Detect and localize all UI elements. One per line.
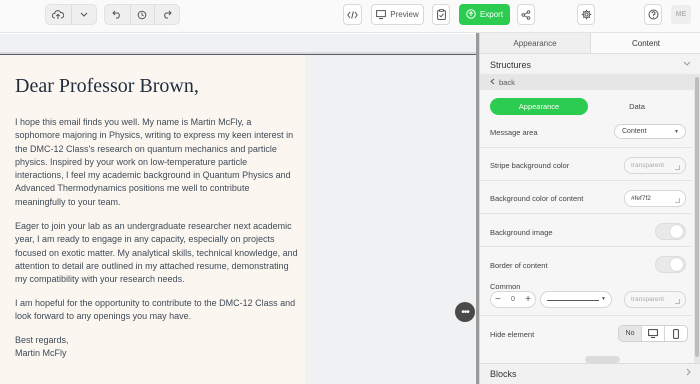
- solid-line-icon: [547, 300, 599, 301]
- avatar[interactable]: ME: [671, 5, 691, 24]
- plus-icon[interactable]: +: [525, 294, 531, 305]
- divider: [480, 180, 692, 181]
- export-label: Export: [479, 10, 504, 19]
- caret-down-icon: ▼: [674, 129, 679, 135]
- mobile-icon[interactable]: [664, 326, 687, 341]
- email-paragraph-1[interactable]: I hope this email finds you well. My nam…: [15, 116, 298, 209]
- code-view-button[interactable]: [343, 4, 362, 25]
- content-bg-label: Background color of content: [490, 194, 584, 203]
- bg-image-label: Background image: [490, 228, 553, 237]
- email-canvas: Dear Professor Brown, I hope this email …: [0, 34, 476, 384]
- common-label: Common: [490, 282, 521, 291]
- panel-scrollbar[interactable]: [694, 74, 700, 363]
- desktop-icon[interactable]: [641, 326, 664, 341]
- message-area-value: Content: [622, 128, 647, 135]
- preview-label: Preview: [390, 10, 419, 19]
- toggle-knob: [670, 225, 683, 238]
- blocks-header[interactable]: Blocks: [480, 363, 700, 384]
- cloud-upload-icon[interactable]: [46, 5, 71, 24]
- caret-down-icon: ▼: [601, 296, 606, 302]
- share-button[interactable]: [517, 4, 535, 25]
- scroll-fade: [585, 356, 620, 363]
- panel-tabs: Appearance Content: [480, 33, 700, 54]
- save-group: [45, 4, 97, 25]
- clipboard-check-icon: [436, 9, 446, 20]
- help-button[interactable]: [644, 4, 662, 25]
- appearance-data-toggle: Appearance Data: [490, 98, 686, 115]
- segment-appearance[interactable]: Appearance: [490, 98, 588, 115]
- scrollbar-thumb[interactable]: [695, 77, 699, 357]
- settings-panel: Appearance Content Structures back Appea…: [479, 33, 700, 384]
- border-label: Border of content: [490, 261, 548, 270]
- border-toggle[interactable]: [655, 256, 686, 273]
- structures-label: Structures: [490, 59, 532, 70]
- email-signoff[interactable]: Best regards,: [15, 334, 298, 347]
- more-options-button[interactable]: •••: [455, 302, 475, 322]
- code-icon: [347, 10, 358, 19]
- border-width-stepper[interactable]: − 0 +: [490, 291, 536, 308]
- checklist-button[interactable]: [432, 4, 450, 25]
- border-color-input[interactable]: transparent: [624, 291, 686, 308]
- hide-none-option[interactable]: No: [619, 326, 641, 341]
- history-group: [104, 4, 180, 25]
- ellipsis-icon: •••: [461, 306, 469, 318]
- help-icon: [648, 9, 659, 20]
- history-icon[interactable]: [129, 5, 155, 24]
- chevron-right-icon: [686, 368, 691, 378]
- email-signature[interactable]: Martin McFly: [15, 347, 298, 360]
- back-link[interactable]: back: [480, 74, 700, 90]
- resize-icon: [675, 198, 680, 203]
- toggle-knob: [670, 258, 683, 271]
- chevron-down-icon[interactable]: [70, 5, 96, 24]
- stripe-bg-label: Stripe background color: [490, 161, 570, 170]
- minus-icon[interactable]: −: [495, 294, 501, 305]
- settings-button[interactable]: [577, 4, 595, 25]
- back-label: back: [499, 77, 515, 87]
- border-color-placeholder: transparent: [631, 296, 664, 303]
- email-paragraph-2[interactable]: Eager to join your lab as an undergradua…: [15, 220, 298, 286]
- preview-button[interactable]: Preview: [371, 4, 424, 25]
- gear-icon: [581, 9, 592, 20]
- message-area-select[interactable]: Content ▼: [614, 124, 686, 139]
- tab-appearance[interactable]: Appearance: [480, 33, 590, 53]
- email-content-area[interactable]: Dear Professor Brown, I hope this email …: [0, 55, 305, 384]
- email-greeting[interactable]: Dear Professor Brown,: [15, 75, 199, 98]
- segment-data[interactable]: Data: [588, 98, 686, 115]
- structures-header[interactable]: Structures: [480, 54, 700, 75]
- resize-icon: [675, 165, 680, 170]
- share-icon: [521, 9, 531, 20]
- stripe-bg-placeholder: transparent: [631, 162, 664, 169]
- stripe-bg-input[interactable]: transparent: [624, 157, 686, 174]
- email-paragraph-3[interactable]: I am hopeful for the opportunity to cont…: [15, 297, 298, 324]
- divider: [480, 246, 692, 247]
- content-bg-input[interactable]: #fef7f2: [624, 190, 686, 207]
- redo-icon[interactable]: [154, 5, 179, 24]
- tab-content[interactable]: Content: [590, 33, 700, 53]
- resize-icon: [675, 299, 680, 304]
- content-bg-value: #fef7f2: [631, 195, 651, 202]
- divider: [480, 213, 692, 214]
- top-toolbar: Preview Export ME: [0, 0, 700, 33]
- border-width-value: 0: [511, 296, 515, 303]
- divider: [480, 315, 692, 316]
- border-style-select[interactable]: ▼: [540, 291, 612, 308]
- upload-icon: [466, 8, 476, 21]
- undo-icon[interactable]: [105, 5, 130, 24]
- bg-image-toggle[interactable]: [655, 223, 686, 240]
- chevron-left-icon: [490, 78, 495, 87]
- monitor-icon: [376, 10, 387, 19]
- hide-element-label: Hide element: [490, 330, 535, 339]
- chevron-down-icon: [683, 59, 691, 68]
- export-button[interactable]: Export: [459, 4, 510, 25]
- hide-element-options: No: [618, 325, 688, 342]
- blocks-label: Blocks: [490, 369, 517, 379]
- message-area-label: Message area: [490, 128, 538, 137]
- divider: [480, 147, 692, 148]
